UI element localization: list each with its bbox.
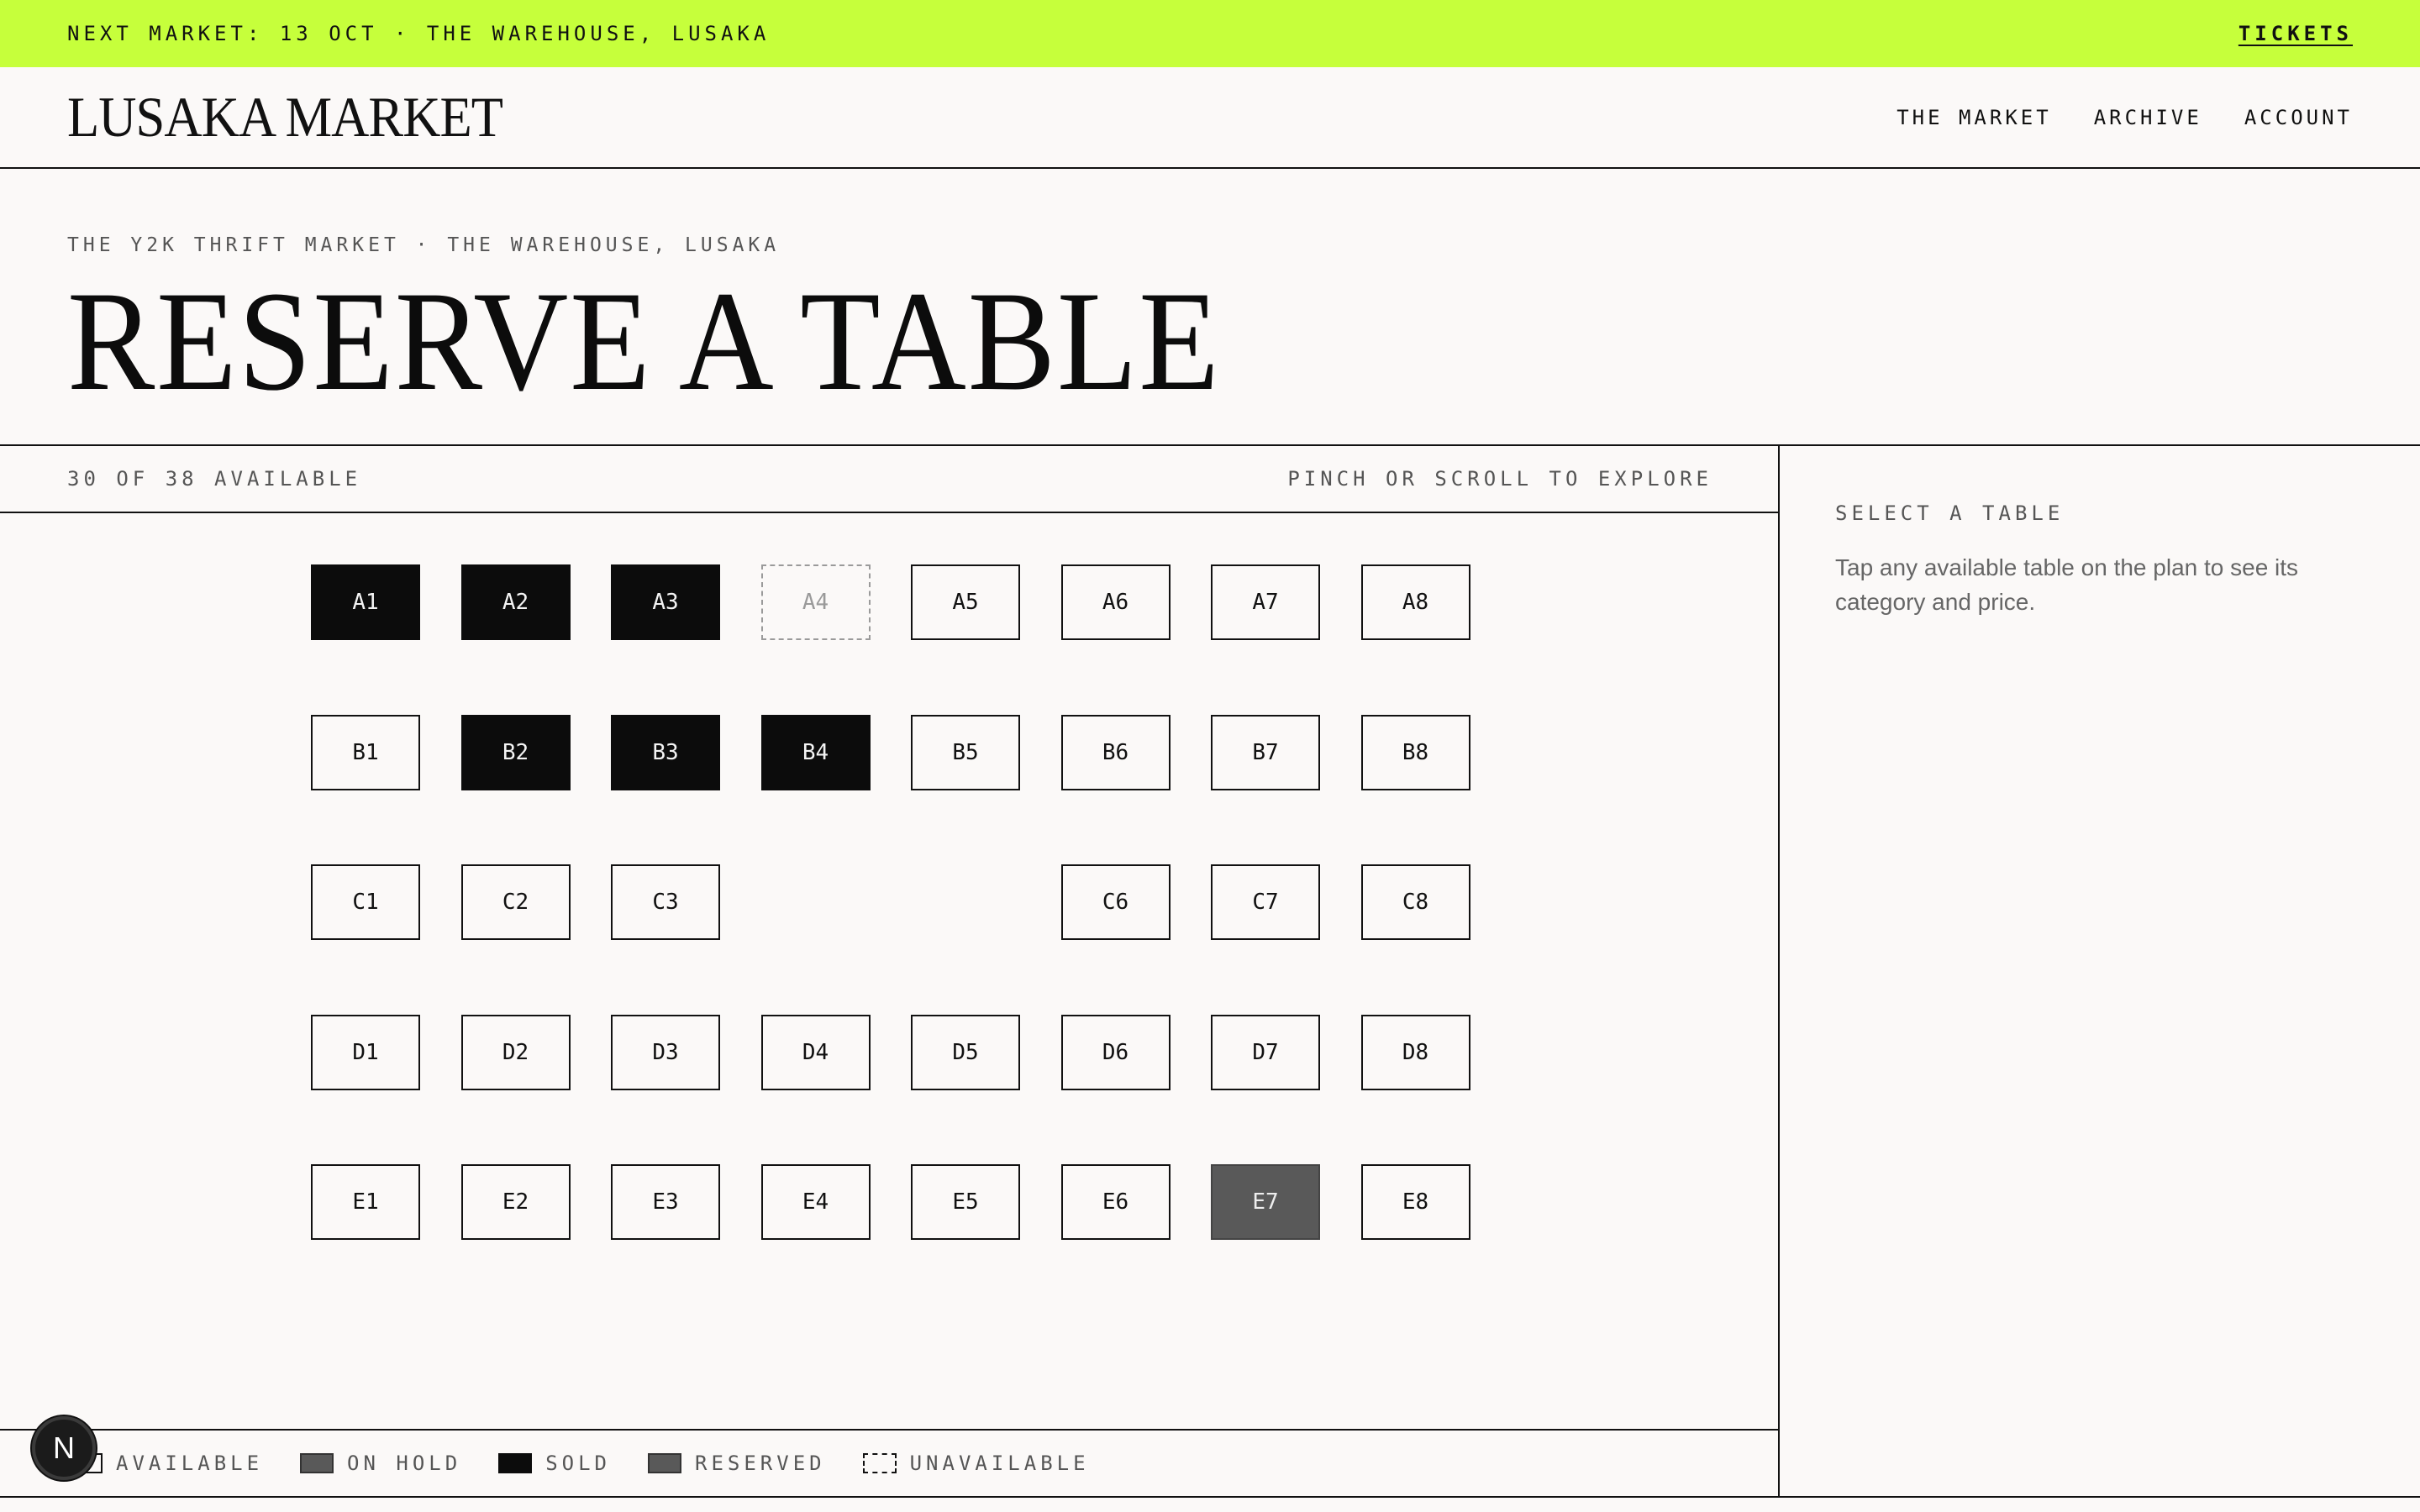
table-grid[interactable]: A1 A2 A3 A4 A5 A6 A7 A8 B1 B2 B3 B4 B5 B6 B7 B8 C1 C2 C3 C6… xyxy=(0,515,1778,1429)
table-e7[interactable]: E7 xyxy=(1211,1164,1320,1240)
selection-panel: SELECT A TABLE Tap any available table o… xyxy=(1781,446,2420,1496)
table-e5[interactable]: E5 xyxy=(911,1164,1020,1240)
banner-text: NEXT MARKET: 13 OCT · THE WAREHOUSE, LUS… xyxy=(67,22,771,45)
table-e2[interactable]: E2 xyxy=(460,1164,571,1240)
legend-label: AVAILABLE xyxy=(116,1452,264,1475)
table-a6[interactable]: A6 xyxy=(1060,564,1171,640)
table-d3[interactable]: D3 xyxy=(611,1014,720,1090)
page-title: RESERVE A TABLE xyxy=(67,262,1221,420)
table-a3[interactable]: A3 xyxy=(611,564,720,640)
legend-label: ON HOLD xyxy=(347,1452,462,1475)
nav-archive[interactable]: ARCHIVE xyxy=(2094,106,2202,129)
table-c3[interactable]: C3 xyxy=(611,864,720,940)
hero-eyebrow: THE Y2K THRIFT MARKET · THE WAREHOUSE, L… xyxy=(67,234,781,256)
table-e8[interactable]: E8 xyxy=(1360,1164,1470,1240)
table-c7[interactable]: C7 xyxy=(1211,864,1320,940)
table-b6[interactable]: B6 xyxy=(1060,714,1171,790)
table-b4[interactable]: B4 xyxy=(760,714,871,790)
nav-the-market[interactable]: THE MARKET xyxy=(1897,106,2052,129)
hero-section: THE Y2K THRIFT MARKET · THE WAREHOUSE, L… xyxy=(0,169,2420,446)
table-d2[interactable]: D2 xyxy=(460,1014,571,1090)
legend-swatch-reserved xyxy=(648,1453,681,1473)
explore-hint: PINCH OR SCROLL TO EXPLORE xyxy=(1287,467,1712,491)
legend-reserved: RESERVED xyxy=(648,1452,826,1475)
select-table-help: Tap any available table on the plan to s… xyxy=(1835,554,2299,615)
table-d6[interactable]: D6 xyxy=(1060,1014,1171,1090)
announcement-banner: NEXT MARKET: 13 OCT · THE WAREHOUSE, LUS… xyxy=(0,0,2420,67)
legend-swatch-hold xyxy=(300,1453,334,1473)
table-b3[interactable]: B3 xyxy=(611,714,720,790)
table-c2[interactable]: C2 xyxy=(460,864,571,940)
main-nav: THE MARKET ARCHIVE ACCOUNT xyxy=(1897,106,2353,129)
table-a2[interactable]: A2 xyxy=(460,564,571,640)
legend-hold: ON HOLD xyxy=(300,1452,461,1475)
table-a8[interactable]: A8 xyxy=(1360,564,1470,640)
table-e6[interactable]: E6 xyxy=(1060,1164,1171,1240)
table-b5[interactable]: B5 xyxy=(911,714,1020,790)
legend-sold: SOLD xyxy=(498,1452,611,1475)
table-a4: A4 xyxy=(760,564,871,640)
availability-count: 30 OF 38 AVAILABLE xyxy=(67,467,362,491)
table-c8[interactable]: C8 xyxy=(1360,864,1470,940)
tickets-link[interactable]: TICKETS xyxy=(2238,22,2353,45)
table-b8[interactable]: B8 xyxy=(1360,714,1470,790)
floor-plan-panel: 30 OF 38 AVAILABLE PINCH OR SCROLL TO EX… xyxy=(0,446,1780,1496)
bottom-divider xyxy=(0,1496,2420,1498)
legend-label: SOLD xyxy=(545,1452,611,1475)
badge-letter: N xyxy=(53,1431,75,1465)
table-d4[interactable]: D4 xyxy=(760,1014,871,1090)
legend-label: UNAVAILABLE xyxy=(909,1452,1090,1475)
table-d7[interactable]: D7 xyxy=(1211,1014,1320,1090)
table-a7[interactable]: A7 xyxy=(1211,564,1320,640)
select-table-label: SELECT A TABLE xyxy=(1835,501,2065,525)
site-header: LUSAKA MARKET THE MARKET ARCHIVE ACCOUNT xyxy=(0,67,2420,169)
table-d8[interactable]: D8 xyxy=(1360,1014,1470,1090)
legend-swatch-unavailable xyxy=(862,1453,897,1473)
table-e3[interactable]: E3 xyxy=(611,1164,720,1240)
legend-unavailable: UNAVAILABLE xyxy=(862,1452,1090,1475)
table-e1[interactable]: E1 xyxy=(311,1164,420,1240)
legend-available: AVAILABLE xyxy=(69,1452,263,1475)
table-e4[interactable]: E4 xyxy=(760,1164,871,1240)
site-logo[interactable]: LUSAKA MARKET xyxy=(67,84,503,150)
nav-account[interactable]: ACCOUNT xyxy=(2244,106,2353,129)
table-d1[interactable]: D1 xyxy=(311,1014,420,1090)
legend-label: RESERVED xyxy=(695,1452,826,1475)
dev-tools-badge[interactable]: N xyxy=(32,1416,96,1480)
table-b1[interactable]: B1 xyxy=(311,714,420,790)
status-legend: AVAILABLE ON HOLD SOLD RESERVED UNAVAILABLE xyxy=(0,1429,1778,1496)
table-c1[interactable]: C1 xyxy=(311,864,420,940)
table-a1[interactable]: A1 xyxy=(311,564,420,640)
plan-toolbar: 30 OF 38 AVAILABLE PINCH OR SCROLL TO EX… xyxy=(0,446,1780,513)
table-d5[interactable]: D5 xyxy=(911,1014,1020,1090)
legend-swatch-sold xyxy=(498,1453,533,1473)
table-a5[interactable]: A5 xyxy=(911,564,1020,640)
table-b2[interactable]: B2 xyxy=(460,714,571,790)
table-c6[interactable]: C6 xyxy=(1060,864,1171,940)
table-b7[interactable]: B7 xyxy=(1211,714,1320,790)
